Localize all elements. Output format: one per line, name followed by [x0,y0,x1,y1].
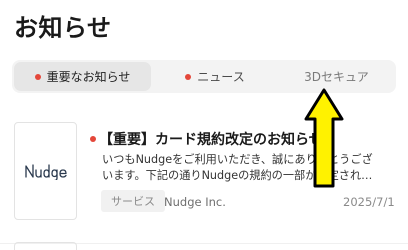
arrow-up-icon [304,88,344,188]
notice-excerpt-line: います。下記の通りNudgeの規約の一部が改定され… [102,169,373,182]
unread-dot-icon [185,73,192,80]
notifications-page: お知らせ 重要なお知らせ ニュース 3Dセキュア 【重要】カード規約改定のお知ら… [0,0,408,250]
notice-date: 2025/7/1 [343,195,395,209]
tab-news[interactable]: ニュース [153,62,277,91]
tab-label: 重要なお知らせ [46,70,131,84]
next-notice-logo [14,242,77,250]
unread-dot-icon [34,73,41,80]
company-name: Nudge Inc. [164,195,226,209]
notice-title-text: 【重要】カード規約改定のお知らせ [99,132,323,148]
unread-dot-icon [90,136,96,142]
tab-label: 3Dセキュア [304,70,369,84]
nudge-logo-icon [24,164,67,180]
tab-label: ニュース [197,70,245,84]
notice-title[interactable]: 【重要】カード規約改定のお知らせ [90,129,323,149]
tab-important[interactable]: 重要なお知らせ [14,62,151,91]
page-title: お知らせ [14,14,112,42]
notice-excerpt-line: いつもNudgeをご利用いただき、誠にありがとうござ [102,153,373,166]
notice-excerpt: いつもNudgeをご利用いただき、誠にありがとうござ います。下記の通りNudg… [102,152,402,184]
notice-list-item[interactable]: 【重要】カード規約改定のお知らせ いつもNudgeをご利用いただき、誠にありがと… [0,115,408,227]
category-badge: サービス [101,190,165,212]
nudge-logo [14,122,77,220]
